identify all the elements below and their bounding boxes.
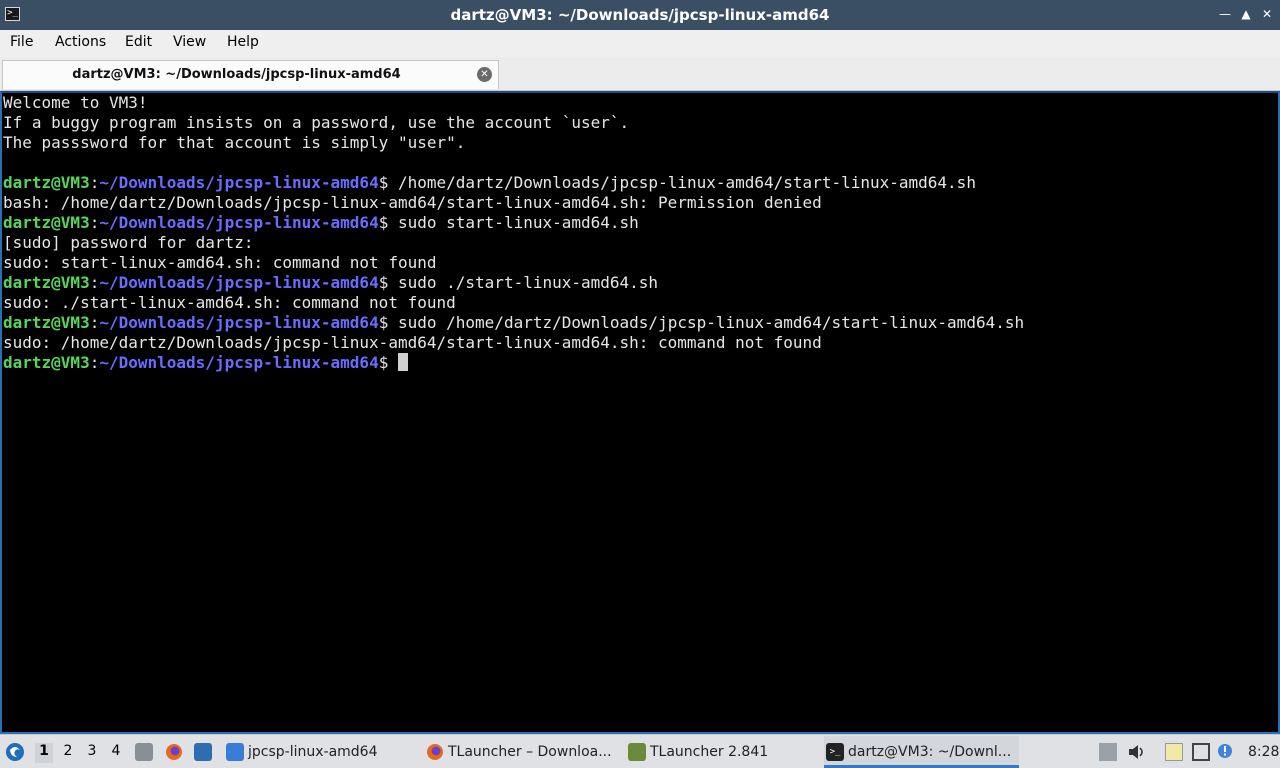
terminal-tab[interactable]: dartz@VM3: ~/Downloads/jpcsp-linux-amd64… (2, 60, 499, 89)
menu-actions[interactable]: Actions (55, 34, 106, 50)
desktop-icon[interactable] (194, 743, 212, 761)
task-tlauncher-download[interactable]: TLauncher – Downloa... (424, 736, 619, 768)
terminal-line: dartz@VM3:~/Downloads/jpcsp-linux-amd64$… (3, 273, 1024, 293)
command-text: sudo ./start-linux-amd64.sh (388, 273, 659, 292)
terminal-line: [sudo] password for dartz: (3, 233, 1024, 253)
firefox-icon[interactable] (165, 743, 183, 761)
terminal-line: sudo: /home/dartz/Downloads/jpcsp-linux-… (3, 333, 1024, 353)
close-icon[interactable]: ✕ (1258, 5, 1276, 23)
terminal-line: bash: /home/dartz/Downloads/jpcsp-linux-… (3, 193, 1024, 213)
workspace-2[interactable]: 2 (59, 743, 77, 763)
workspace-4[interactable]: 4 (107, 743, 125, 763)
menu-bar: File Actions Edit View Help (0, 30, 1280, 57)
output-text: sudo: ./start-linux-amd64.sh: command no… (3, 293, 456, 312)
terminal-line: Welcome to VM3! (3, 93, 1024, 113)
text-cursor (397, 353, 408, 371)
window-title: dartz@VM3: ~/Downloads/jpcsp-linux-amd64 (450, 6, 830, 24)
tab-label: dartz@VM3: ~/Downloads/jpcsp-linux-amd64 (72, 67, 401, 82)
task-label: dartz@VM3: ~/Downl... (848, 744, 1012, 760)
menu-file[interactable]: File (10, 34, 33, 50)
output-text: Welcome to VM3! (3, 93, 148, 112)
network-icon[interactable] (1192, 743, 1210, 761)
start-menu-icon[interactable] (5, 742, 25, 762)
minecraft-icon (628, 743, 646, 761)
clipboard-icon[interactable] (1165, 743, 1183, 761)
prompt-user: dartz@VM3 (3, 213, 90, 232)
menu-help[interactable]: Help (227, 34, 259, 50)
maximize-icon[interactable]: ▲ (1237, 5, 1255, 23)
task-tlauncher[interactable]: TLauncher 2.841 (626, 736, 816, 768)
file-manager-icon[interactable] (135, 743, 153, 761)
terminal-line: dartz@VM3:~/Downloads/jpcsp-linux-amd64$… (3, 313, 1024, 333)
terminal-line: sudo: start-linux-amd64.sh: command not … (3, 253, 1024, 273)
prompt-user: dartz@VM3 (3, 273, 90, 292)
task-label: jpcsp-linux-amd64 (248, 744, 378, 760)
terminal-line: dartz@VM3:~/Downloads/jpcsp-linux-amd64$… (3, 213, 1024, 233)
command-text: sudo /home/dartz/Downloads/jpcsp-linux-a… (388, 313, 1025, 332)
output-text: sudo: /home/dartz/Downloads/jpcsp-linux-… (3, 333, 822, 352)
prompt-separator: : (89, 173, 100, 192)
terminal-line: dartz@VM3:~/Downloads/jpcsp-linux-amd64$… (3, 173, 1024, 193)
prompt-user: dartz@VM3 (3, 313, 90, 332)
output-text: sudo: start-linux-amd64.sh: command not … (3, 253, 437, 272)
output-text: [sudo] password for dartz: (3, 233, 254, 252)
output-text: bash: /home/dartz/Downloads/jpcsp-linux-… (3, 193, 822, 212)
folder-icon (226, 743, 244, 761)
window-titlebar: >_ dartz@VM3: ~/Downloads/jpcsp-linux-am… (0, 0, 1280, 30)
prompt-dollar: $ (378, 173, 389, 192)
tab-bar: dartz@VM3: ~/Downloads/jpcsp-linux-amd64… (0, 57, 1280, 91)
firefox-icon (427, 744, 443, 760)
prompt-path: ~/Downloads/jpcsp-linux-amd64 (99, 173, 379, 192)
menu-edit[interactable]: Edit (125, 34, 152, 50)
task-label: TLauncher – Downloa... (448, 744, 612, 760)
terminal-lines: Welcome to VM3! If a buggy program insist… (3, 93, 1024, 373)
prompt-dollar: $ (378, 353, 389, 372)
workspace-3[interactable]: 3 (83, 743, 101, 763)
terminal-line: dartz@VM3:~/Downloads/jpcsp-linux-amd64$ (3, 353, 1024, 373)
prompt-path: ~/Downloads/jpcsp-linux-amd64 (99, 213, 379, 232)
prompt-dollar: $ (378, 313, 389, 332)
prompt-separator: : (89, 313, 100, 332)
command-text (388, 353, 398, 372)
prompt-user: dartz@VM3 (3, 353, 90, 372)
task-terminal[interactable]: >_ dartz@VM3: ~/Downl... (824, 736, 1019, 768)
prompt-dollar: $ (378, 273, 389, 292)
prompt-path: ~/Downloads/jpcsp-linux-amd64 (99, 353, 379, 372)
close-icon[interactable]: ✕ (477, 67, 492, 82)
notification-icon[interactable] (1217, 743, 1235, 761)
prompt-path: ~/Downloads/jpcsp-linux-amd64 (99, 273, 379, 292)
prompt-separator: : (89, 213, 100, 232)
minimize-icon[interactable]: — (1216, 5, 1234, 23)
volume-icon[interactable] (1127, 743, 1145, 761)
terminal-icon: >_ (826, 743, 844, 761)
prompt-dollar: $ (378, 213, 389, 232)
menu-view[interactable]: View (173, 34, 206, 50)
command-text: sudo start-linux-amd64.sh (388, 213, 639, 232)
task-label: TLauncher 2.841 (650, 744, 769, 760)
prompt-user: dartz@VM3 (3, 173, 90, 192)
taskbar: 1 2 3 4 jpcsp-linux-amd64 TLauncher – Do… (0, 734, 1280, 768)
command-text: /home/dartz/Downloads/jpcsp-linux-amd64/… (388, 173, 976, 192)
prompt-separator: : (89, 273, 100, 292)
prompt-separator: : (89, 353, 100, 372)
terminal-line: The passsword for that account is simply… (3, 133, 1024, 153)
terminal-line: If a buggy program insists on a password… (3, 113, 1024, 133)
task-jpcsp-folder[interactable]: jpcsp-linux-amd64 (224, 736, 414, 768)
clock[interactable]: 8:28 (1248, 744, 1279, 760)
workspace-1[interactable]: 1 (35, 743, 53, 763)
updates-icon[interactable] (1099, 743, 1117, 761)
output-text: The passsword for that account is simply… (3, 133, 466, 152)
output-text: If a buggy program insists on a password… (3, 113, 630, 132)
terminal-output[interactable]: Welcome to VM3! If a buggy program insist… (0, 91, 1280, 734)
terminal-line: sudo: ./start-linux-amd64.sh: command no… (3, 293, 1024, 313)
prompt-path: ~/Downloads/jpcsp-linux-amd64 (99, 313, 379, 332)
